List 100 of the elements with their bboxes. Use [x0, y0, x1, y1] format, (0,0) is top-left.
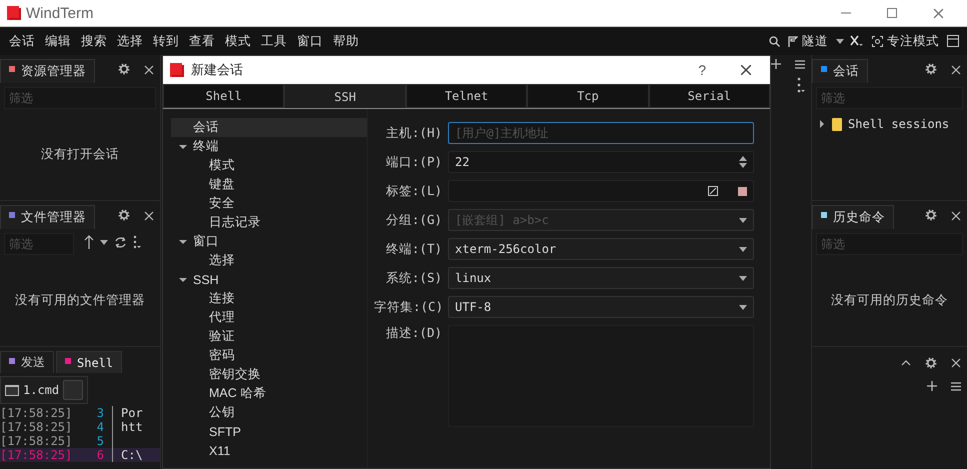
dropdown[interactable]: UTF-8	[448, 296, 754, 318]
menu-item[interactable]: 窗口	[292, 32, 328, 50]
close-icon[interactable]	[951, 211, 961, 221]
panel-tab[interactable]: Shell	[56, 351, 122, 373]
tree-item[interactable]: MAC 哈希	[171, 384, 367, 403]
settings-icon[interactable]	[925, 357, 937, 369]
tree-item[interactable]: 窗口	[171, 232, 367, 251]
folder-icon	[832, 118, 842, 130]
panel-tab[interactable]: 会话	[812, 59, 868, 83]
tree-item[interactable]: 密码	[171, 346, 367, 365]
flag-icon	[788, 36, 798, 46]
caret-icon[interactable]	[836, 38, 844, 44]
dropdown-caret-icon[interactable]	[739, 218, 747, 222]
tree-item[interactable]: 安全	[171, 194, 367, 213]
settings-icon[interactable]	[925, 63, 937, 75]
tree-item[interactable]: 模式	[171, 156, 367, 175]
tree-item[interactable]: 会话	[171, 118, 367, 137]
close-icon[interactable]	[932, 8, 944, 18]
x-caret-icon[interactable]	[850, 35, 864, 47]
session-tab[interactable]: 1.cmd	[0, 376, 88, 404]
protocol-tab[interactable]: Tcp	[527, 84, 649, 108]
field-label: 分组:(G)	[384, 212, 442, 228]
expand-arrow-icon[interactable]	[179, 142, 187, 150]
spin-arrows-icon[interactable]	[739, 155, 747, 169]
tree-item[interactable]: 公钥	[171, 403, 367, 422]
menu-item[interactable]: 选择	[112, 32, 148, 50]
tree-item[interactable]: 终端	[171, 137, 367, 156]
maximize-icon	[887, 8, 897, 18]
close-icon[interactable]	[951, 65, 961, 75]
dropdown-caret-icon[interactable]	[739, 304, 747, 310]
tree-item[interactable]: 验证	[171, 327, 367, 346]
filter-field[interactable]: 筛选	[4, 87, 156, 109]
menu-item[interactable]: 会话	[4, 32, 40, 50]
label-field[interactable]	[448, 180, 754, 202]
menu-item[interactable]: 搜索	[76, 32, 112, 50]
more-icon[interactable]	[797, 77, 805, 93]
panel-tab[interactable]: 资源管理器	[0, 59, 95, 83]
dropdown[interactable]: linux	[448, 267, 754, 289]
menu-item[interactable]: 帮助	[328, 32, 364, 50]
color-swatch[interactable]	[738, 186, 747, 196]
terminal-line: [17:58:25] 3 Por	[0, 406, 144, 420]
focus-mode-button[interactable]: 专注模式	[870, 32, 941, 50]
plus-icon[interactable]	[927, 381, 937, 391]
protocol-tab[interactable]: Shell	[163, 84, 284, 108]
layout-icon[interactable]	[947, 35, 959, 47]
menu-item[interactable]: 转到	[148, 32, 184, 50]
panel-tab[interactable]: 历史命令	[812, 205, 894, 229]
settings-icon[interactable]	[118, 63, 130, 75]
empty-message: 没有可用的文件管理器	[15, 292, 145, 309]
expand-arrow-icon[interactable]	[179, 238, 187, 246]
tree-item[interactable]: SFTP	[171, 422, 367, 441]
edit-box-icon[interactable]	[708, 186, 718, 196]
close-icon[interactable]	[951, 358, 961, 368]
tree-item[interactable]: X11	[171, 441, 367, 460]
panel-tab[interactable]: 发送	[0, 351, 54, 373]
close-icon[interactable]	[144, 65, 154, 75]
tree-item[interactable]: 日志记录	[171, 213, 367, 232]
tree-item[interactable]: 密钥交换	[171, 365, 367, 384]
collapse-up-icon[interactable]	[901, 360, 911, 366]
menu-item[interactable]: 编辑	[40, 32, 76, 50]
menu-item[interactable]: 模式	[220, 32, 256, 50]
tree-item[interactable]: 代理	[171, 308, 367, 327]
menu-icon[interactable]	[795, 60, 805, 68]
search-icon[interactable]	[769, 36, 780, 46]
close-icon[interactable]	[740, 64, 752, 76]
tree-item[interactable]: 选择	[171, 251, 367, 270]
protocol-tab[interactable]: Telnet	[406, 84, 528, 108]
protocol-tab[interactable]: Serial	[648, 84, 770, 108]
plus-icon[interactable]	[771, 59, 781, 69]
tunnel-button[interactable]: 隧道	[786, 32, 830, 50]
collapse-arrow-icon[interactable]	[818, 120, 826, 128]
panel-tab[interactable]: 文件管理器	[0, 205, 95, 229]
tree-item[interactable]: SSH	[171, 270, 367, 289]
tree-item[interactable]: Shell sessions	[812, 109, 967, 139]
tree-item[interactable]: 连接	[171, 289, 367, 308]
caret-icon[interactable]	[100, 240, 108, 244]
dropdown[interactable]: xterm-256color	[448, 238, 754, 260]
protocol-tab[interactable]: SSH	[284, 84, 406, 108]
settings-icon[interactable]	[118, 209, 130, 221]
filter-field[interactable]: 筛选	[816, 87, 963, 109]
tree-item[interactable]: 键盘	[171, 175, 367, 194]
host-field[interactable]: [用户@]主机地址	[448, 122, 754, 144]
focus-frame-icon	[872, 36, 883, 46]
menu-item[interactable]: 查看	[184, 32, 220, 50]
more-icon[interactable]	[133, 235, 141, 249]
empty-message: 没有打开会话	[41, 146, 119, 163]
help-button[interactable]: ?	[682, 62, 722, 78]
field-label: 主机:(H)	[384, 124, 442, 142]
up-arrow-icon[interactable]	[84, 235, 94, 249]
settings-icon[interactable]	[925, 209, 937, 221]
menu-icon[interactable]	[951, 382, 961, 390]
close-icon[interactable]	[144, 211, 154, 221]
refresh-icon[interactable]	[114, 236, 127, 248]
dropdown-caret-icon[interactable]	[739, 246, 747, 252]
port-spinbox[interactable]: 22	[448, 151, 754, 173]
dropdown-caret-icon[interactable]	[739, 276, 747, 280]
expand-arrow-icon[interactable]	[179, 276, 187, 284]
filter-field[interactable]: 筛选	[4, 233, 74, 255]
filter-field[interactable]: 筛选	[816, 233, 963, 255]
menu-item[interactable]: 工具	[256, 32, 292, 50]
